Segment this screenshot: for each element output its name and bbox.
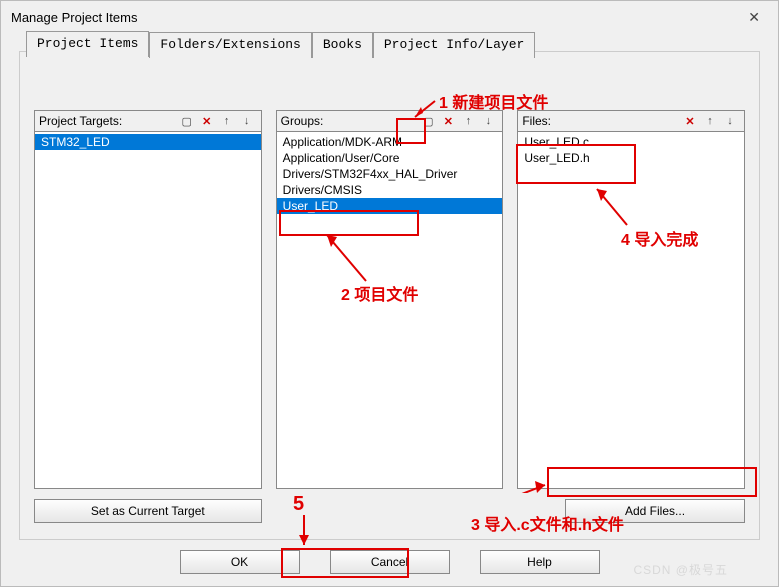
watermark: CSDN @极号五	[633, 561, 728, 578]
target-up-icon[interactable]: ↑	[217, 112, 237, 130]
columns: Project Targets: ▢ ✕ ↑ ↓ STM32_LED Set a…	[20, 52, 759, 539]
delete-file-icon[interactable]: ✕	[680, 112, 700, 130]
delete-group-icon[interactable]: ✕	[438, 112, 458, 130]
list-item[interactable]: User_LED.c	[518, 134, 744, 150]
groups-header: Groups: ▢ ✕ ↑ ↓	[276, 110, 504, 132]
files-column: Files: ✕ ↑ ↓ User_LED.c User_LED.h Add F…	[517, 110, 745, 523]
groups-column: Groups: ▢ ✕ ↑ ↓ Application/MDK-ARM Appl…	[276, 110, 504, 523]
list-item[interactable]: Application/MDK-ARM	[277, 134, 503, 150]
list-item[interactable]: Drivers/STM32F4xx_HAL_Driver	[277, 166, 503, 182]
tab-books[interactable]: Books	[312, 32, 373, 58]
new-target-icon[interactable]: ▢	[177, 112, 197, 130]
files-list[interactable]: User_LED.c User_LED.h	[517, 132, 745, 489]
project-targets-header: Project Targets: ▢ ✕ ↑ ↓	[34, 110, 262, 132]
close-icon[interactable]: ✕	[740, 5, 768, 30]
files-label: Files:	[522, 114, 680, 128]
tabs: Project Items Folders/Extensions Books P…	[26, 46, 535, 72]
file-up-icon[interactable]: ↑	[700, 112, 720, 130]
dialog-window: Manage Project Items ✕ Project Items Fol…	[0, 0, 779, 587]
files-header: Files: ✕ ↑ ↓	[517, 110, 745, 132]
list-item[interactable]: User_LED.h	[518, 150, 744, 166]
project-targets-list[interactable]: STM32_LED	[34, 132, 262, 489]
set-current-target-button[interactable]: Set as Current Target	[34, 499, 262, 523]
cancel-button[interactable]: Cancel	[330, 550, 450, 574]
ok-button[interactable]: OK	[180, 550, 300, 574]
target-down-icon[interactable]: ↓	[237, 112, 257, 130]
list-item[interactable]: Application/User/Core	[277, 150, 503, 166]
tab-project-items[interactable]: Project Items	[26, 31, 149, 57]
group-down-icon[interactable]: ↓	[478, 112, 498, 130]
new-group-icon[interactable]: ▢	[418, 112, 438, 130]
window-title: Manage Project Items	[11, 10, 740, 25]
project-targets-column: Project Targets: ▢ ✕ ↑ ↓ STM32_LED Set a…	[34, 110, 262, 523]
tab-folders-extensions[interactable]: Folders/Extensions	[149, 32, 311, 58]
groups-label: Groups:	[281, 114, 419, 128]
groups-list[interactable]: Application/MDK-ARM Application/User/Cor…	[276, 132, 504, 489]
help-button[interactable]: Help	[480, 550, 600, 574]
project-targets-label: Project Targets:	[39, 114, 177, 128]
content-panel: Project Items Folders/Extensions Books P…	[19, 51, 760, 540]
tab-project-info[interactable]: Project Info/Layer	[373, 32, 535, 58]
file-down-icon[interactable]: ↓	[720, 112, 740, 130]
group-up-icon[interactable]: ↑	[458, 112, 478, 130]
delete-target-icon[interactable]: ✕	[197, 112, 217, 130]
titlebar: Manage Project Items ✕	[1, 1, 778, 33]
list-item[interactable]: User_LED	[277, 198, 503, 214]
list-item[interactable]: Drivers/CMSIS	[277, 182, 503, 198]
add-files-button[interactable]: Add Files...	[565, 499, 745, 523]
list-item[interactable]: STM32_LED	[35, 134, 261, 150]
groups-spacer	[276, 499, 504, 523]
